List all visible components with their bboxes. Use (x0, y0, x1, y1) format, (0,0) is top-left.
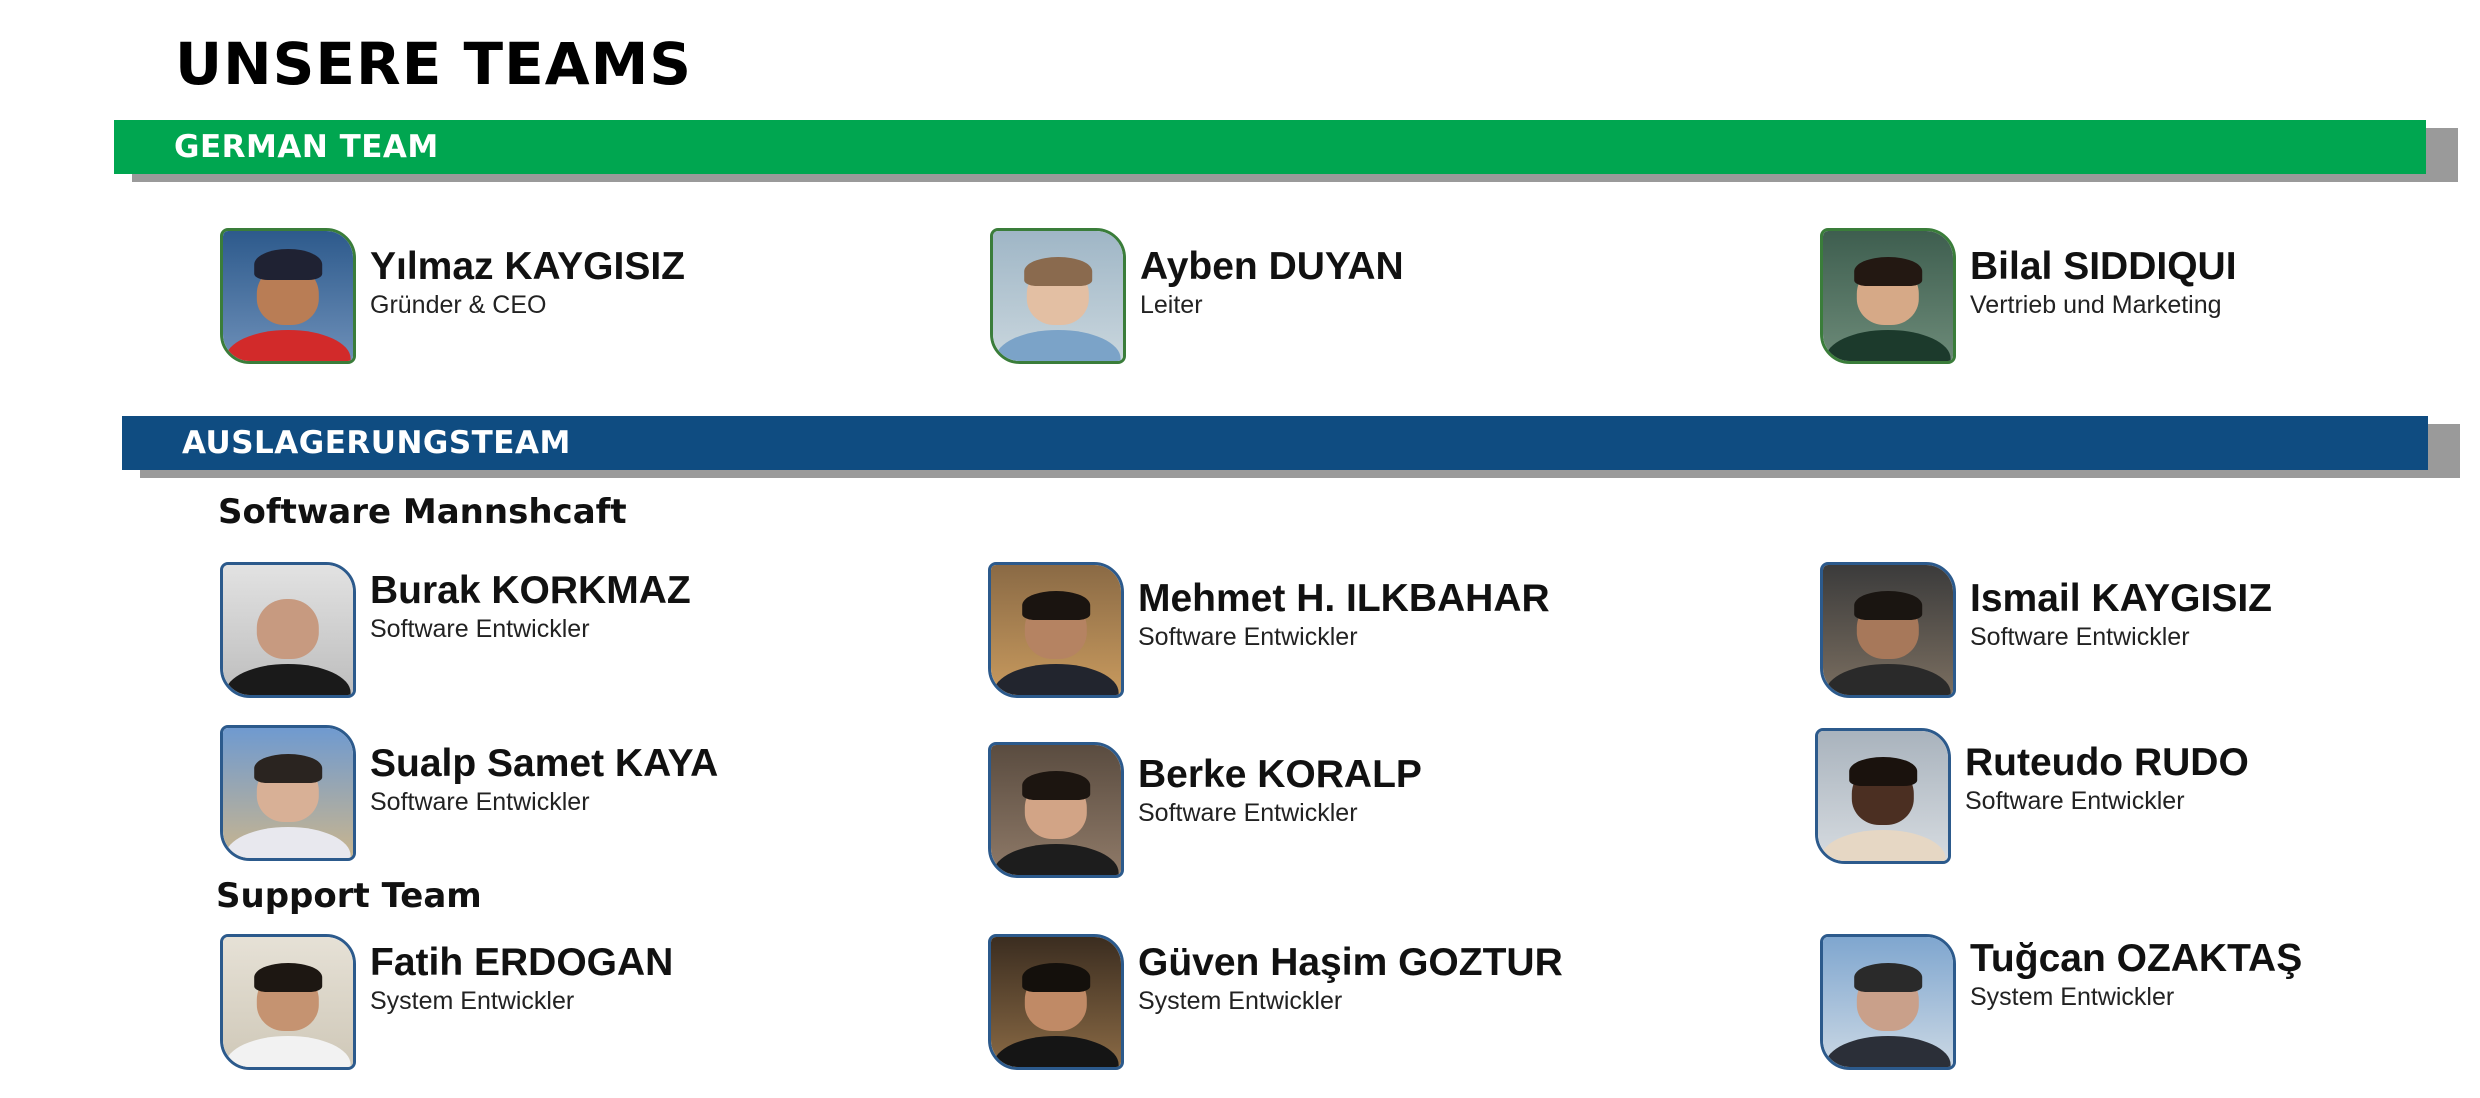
member-photo (1820, 934, 1956, 1070)
member-photo (220, 562, 356, 698)
member-name: Berke KORALP (1138, 753, 1422, 796)
member-name: Sualp Samet KAYA (370, 742, 719, 785)
team-member-card: Yılmaz KAYGISIZ Gründer & CEO (220, 228, 685, 364)
team-member-card: Ayben DUYAN Leiter (990, 228, 1404, 364)
member-role: System Entwickler (1970, 982, 2175, 1011)
team-member-card: Tuğcan OZAKTAŞ System Entwickler (1820, 934, 2302, 1070)
member-role: Software Entwickler (370, 614, 590, 643)
member-photo (220, 934, 356, 1070)
outsource-team-banner-label: AUSLAGERUNGSTEAM (122, 416, 2428, 470)
member-role: Software Entwickler (1138, 798, 1358, 827)
member-photo (220, 228, 356, 364)
outsource-team-banner: AUSLAGERUNGSTEAM (122, 416, 2460, 478)
team-member-card: Güven Haşim GOZTUR System Entwickler (988, 934, 1563, 1070)
member-role: System Entwickler (370, 986, 575, 1015)
support-team-heading: Support Team (216, 876, 482, 916)
member-role: Software Entwickler (370, 787, 590, 816)
member-photo (1820, 562, 1956, 698)
member-role: Vertrieb und Marketing (1970, 290, 2222, 319)
member-name: Fatih ERDOGAN (370, 941, 674, 984)
member-name: Burak KORKMAZ (370, 569, 691, 612)
member-photo (1815, 728, 1951, 864)
member-photo (1820, 228, 1956, 364)
team-member-card: Mehmet H. ILKBAHAR Software Entwickler (988, 562, 1550, 698)
member-name: Güven Haşim GOZTUR (1138, 941, 1563, 984)
member-role: Software Entwickler (1138, 622, 1358, 651)
member-photo (988, 742, 1124, 878)
member-role: Gründer & CEO (370, 290, 547, 319)
team-member-card: Burak KORKMAZ Software Entwickler (220, 562, 691, 698)
team-member-card: Bilal SIDDIQUI Vertrieb und Marketing (1820, 228, 2237, 364)
german-team-banner: GERMAN TEAM (114, 120, 2458, 182)
member-name: Ruteudo RUDO (1965, 741, 2249, 784)
member-role: System Entwickler (1138, 986, 1343, 1015)
team-member-card: Sualp Samet KAYA Software Entwickler (220, 725, 718, 861)
team-member-card: Fatih ERDOGAN System Entwickler (220, 934, 673, 1070)
member-name: Mehmet H. ILKBAHAR (1138, 577, 1550, 620)
team-member-card: Berke KORALP Software Entwickler (988, 742, 1422, 878)
member-photo (988, 562, 1124, 698)
member-role: Software Entwickler (1970, 622, 2190, 651)
member-name: Ismail KAYGISIZ (1970, 577, 2273, 620)
member-role: Software Entwickler (1965, 786, 2185, 815)
member-name: Ayben DUYAN (1140, 245, 1404, 288)
member-role: Leiter (1140, 290, 1203, 319)
member-photo (988, 934, 1124, 1070)
german-team-banner-label: GERMAN TEAM (114, 120, 2426, 174)
software-team-heading: Software Mannshcaft (218, 492, 627, 532)
member-name: Tuğcan OZAKTAŞ (1970, 937, 2303, 980)
member-photo (990, 228, 1126, 364)
member-photo (220, 725, 356, 861)
page-title: UNSERE TEAMS (175, 30, 693, 98)
team-member-card: Ismail KAYGISIZ Software Entwickler (1820, 562, 2272, 698)
team-member-card: Ruteudo RUDO Software Entwickler (1815, 728, 2249, 864)
member-name: Yılmaz KAYGISIZ (370, 245, 685, 288)
member-name: Bilal SIDDIQUI (1970, 245, 2237, 288)
